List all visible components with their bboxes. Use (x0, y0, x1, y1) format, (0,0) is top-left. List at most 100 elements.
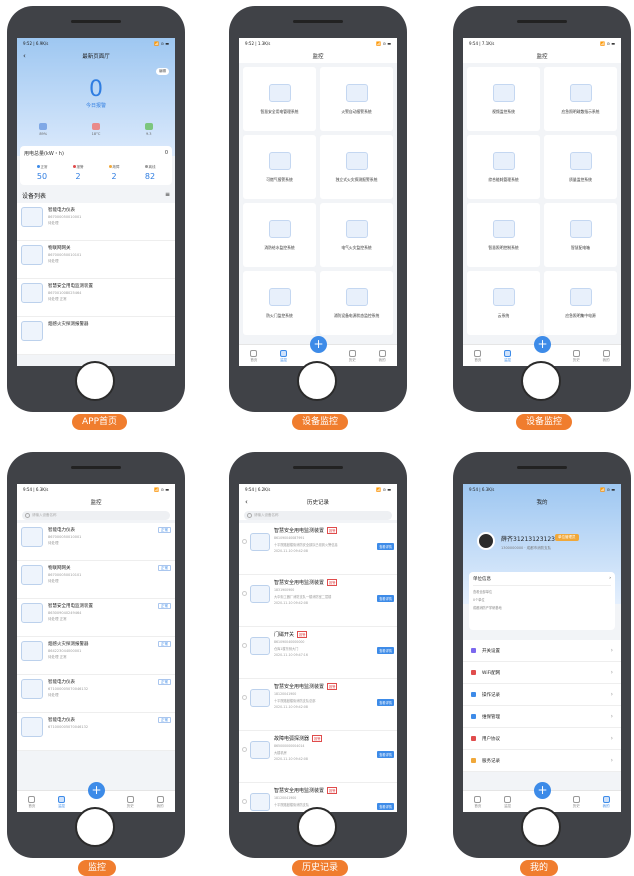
menu-item-operation-log[interactable]: 操作记录 › (463, 684, 621, 706)
system-tile[interactable]: 应急照明集中电源 (544, 271, 617, 335)
table-row[interactable]: 智慧安全用电监测装置 报警 18120041900 十平院路鼓楼街消防支队总部 2020… (239, 679, 397, 731)
select-radio[interactable] (242, 747, 247, 752)
stat-offline[interactable]: 离线 82 (144, 165, 156, 181)
system-tile[interactable]: 智慧配电箱 (544, 203, 617, 267)
list-item[interactable]: 智慧安全用电监测装置 867001008025464 待处理 正常 (17, 279, 175, 317)
view-detail-button[interactable]: 查看详情 (377, 595, 394, 602)
record-time: 2020-11-10 09:42:08 (274, 601, 308, 605)
table-row[interactable]: 故障电弧探测器 报警 865000000004014 大楼机房 2020-11-10 0… (239, 731, 397, 783)
menu-icon[interactable]: ≡ (165, 191, 170, 200)
tab-me[interactable]: 我的 (602, 350, 610, 363)
add-button[interactable]: + (534, 336, 551, 353)
list-item[interactable]: 智能电力仪表 671000005070046132 待处理 正常 (17, 675, 175, 713)
system-tile[interactable]: 火警自动报警系统 (320, 67, 393, 131)
menu-item-agreement[interactable]: 用户协议 › (463, 728, 621, 750)
caption: 我的 (520, 860, 559, 876)
system-tile[interactable]: 消防给水监控系统 (243, 203, 316, 267)
tab-me[interactable]: 我的 (156, 796, 164, 809)
table-row[interactable]: 智慧安全用电监测装置 报警 861090040087991 十平院路鼓楼街消防安全部队… (239, 523, 397, 575)
system-tile[interactable]: 视频监控系统 (467, 67, 540, 131)
list-item[interactable]: 智慧安全用电监测装置 863009040249464 待处理 正常 正常 (17, 599, 175, 637)
unit-card[interactable]: 单位信息 › 查看全部单位 0个单位 成都消防产学研基地 (469, 572, 615, 630)
tab-monitor[interactable]: 监控 (504, 350, 512, 363)
status-time: 9:54 | 6.3K/s (23, 487, 49, 492)
list-item[interactable]: 智能电力仪表 867000050010001 待处理 正常 (17, 523, 175, 561)
tab-home[interactable]: 首页 (28, 796, 36, 809)
system-tile[interactable]: 综合能耗管理系统 (467, 135, 540, 199)
tab-history[interactable]: 历史 (348, 350, 356, 363)
system-tile[interactable]: 消防设备电源状态监控系统 (320, 271, 393, 335)
menu-item-service-log[interactable]: 服务记录 › (463, 750, 621, 772)
view-detail-button[interactable]: 查看详情 (377, 803, 394, 810)
avatar[interactable] (477, 532, 495, 550)
view-detail-button[interactable]: 查看详情 (377, 647, 394, 654)
system-tile[interactable]: 独立式火灾探测报警系统 (320, 135, 393, 199)
stat-value: 2 (111, 172, 117, 181)
system-tile[interactable]: 智慧照明控制系统 (467, 203, 540, 267)
home-button[interactable] (297, 361, 337, 401)
user-info: 1300000000 · 成都市消防支队 (501, 546, 552, 550)
tab-home[interactable]: 首页 (250, 350, 258, 363)
menu-item-switch-settings[interactable]: 开关设置 › (463, 640, 621, 662)
add-button[interactable]: + (534, 782, 551, 799)
list-item[interactable]: 物联网网关 867000050010101 待处理 (17, 241, 175, 279)
device-list-title: 设备列表 (22, 193, 47, 200)
tab-monitor[interactable]: 监控 (280, 350, 288, 363)
home-button[interactable] (521, 361, 561, 401)
back-icon[interactable]: ‹ (245, 498, 248, 506)
tab-history[interactable]: 历史 (572, 350, 580, 363)
system-tile[interactable]: 质量监控系统 (544, 135, 617, 199)
tab-monitor[interactable]: 监控 (504, 796, 512, 809)
menu-item-wifi[interactable]: WiFi配网 › (463, 662, 621, 684)
tab-home[interactable]: 首页 (474, 350, 482, 363)
add-button[interactable]: + (88, 782, 105, 799)
system-tile[interactable]: 云系统 (467, 271, 540, 335)
list-item[interactable]: 智能电力仪表 867000050010001 待处理 (17, 203, 175, 241)
edit-chip[interactable]: 编辑 (156, 68, 169, 75)
list-item[interactable]: 物联网网关 867000050010101 待处理 正常 (17, 561, 175, 599)
stat-fault[interactable]: 故障 2 (108, 165, 120, 181)
status-time: 9:54 | 6.3K/s (469, 487, 495, 492)
select-radio[interactable] (242, 799, 247, 804)
view-detail-button[interactable]: 查看详情 (377, 699, 394, 706)
tab-me[interactable]: 我的 (602, 796, 610, 809)
tab-me[interactable]: 我的 (378, 350, 386, 363)
search-input[interactable]: 请输入设备名称 (22, 511, 170, 520)
select-radio[interactable] (242, 591, 247, 596)
system-tile[interactable]: 应急照明疏散指示系统 (544, 67, 617, 131)
table-row[interactable]: 门磁开关 报警 861090040000000 仓库1楼东侧大门 2020-11-10 … (239, 627, 397, 679)
power-card: 用电总量(kW・h) 0 正常 50 报警 2 故障 2 离线 82 (20, 146, 172, 185)
view-detail-button[interactable]: 查看详情 (377, 751, 394, 758)
home-button[interactable] (75, 361, 115, 401)
menu-label: 服务记录 (482, 758, 500, 764)
tab-history[interactable]: 历史 (572, 796, 580, 809)
table-row[interactable]: 智慧安全用电监测装置 报警 1831900900 大中街工器厂消防支队一楼消防室二层楼… (239, 575, 397, 627)
home-button[interactable] (75, 807, 115, 847)
menu-item-maintenance[interactable]: 维保管理 › (463, 706, 621, 728)
system-tile[interactable]: 可燃气报警系统 (243, 135, 316, 199)
alarm-tag: 报警 (327, 683, 338, 690)
phone-monitor-grid-2: 9:54 | 7.1K/s 📶 ⊙ ▬ 监控 视频监控系统 应急照明疏散指示系统 … (453, 6, 631, 412)
list-item[interactable]: 智能电力仪表 671000005070046132 正常 (17, 713, 175, 751)
select-radio[interactable] (242, 643, 247, 648)
back-icon[interactable]: ‹ (23, 52, 26, 60)
home-button[interactable] (297, 807, 337, 847)
system-tile[interactable]: 智慧安全用电管理系统 (243, 67, 316, 131)
tab-home[interactable]: 首页 (474, 796, 482, 809)
tab-monitor[interactable]: 监控 (58, 796, 66, 809)
header: ‹ 最新页面厅 (17, 49, 175, 63)
select-radio[interactable] (242, 695, 247, 700)
role-badge: 单位管理员 (555, 534, 579, 541)
stat-normal[interactable]: 正常 50 (36, 165, 48, 181)
system-tile[interactable]: 电气火灾监控系统 (320, 203, 393, 267)
home-button[interactable] (521, 807, 561, 847)
add-button[interactable]: + (310, 336, 327, 353)
list-item[interactable]: 烟感火灾探测报警器 864223044000001 待处理 正常 正常 (17, 637, 175, 675)
system-tile[interactable]: 防火门监控系统 (243, 271, 316, 335)
list-item[interactable]: 烟感火灾探测报警器 (17, 317, 175, 355)
search-input[interactable]: 请输入设备名称 (244, 511, 392, 520)
view-detail-button[interactable]: 查看详情 (377, 543, 394, 550)
select-radio[interactable] (242, 539, 247, 544)
stat-alarm[interactable]: 报警 2 (72, 165, 84, 181)
tab-history[interactable]: 历史 (126, 796, 134, 809)
